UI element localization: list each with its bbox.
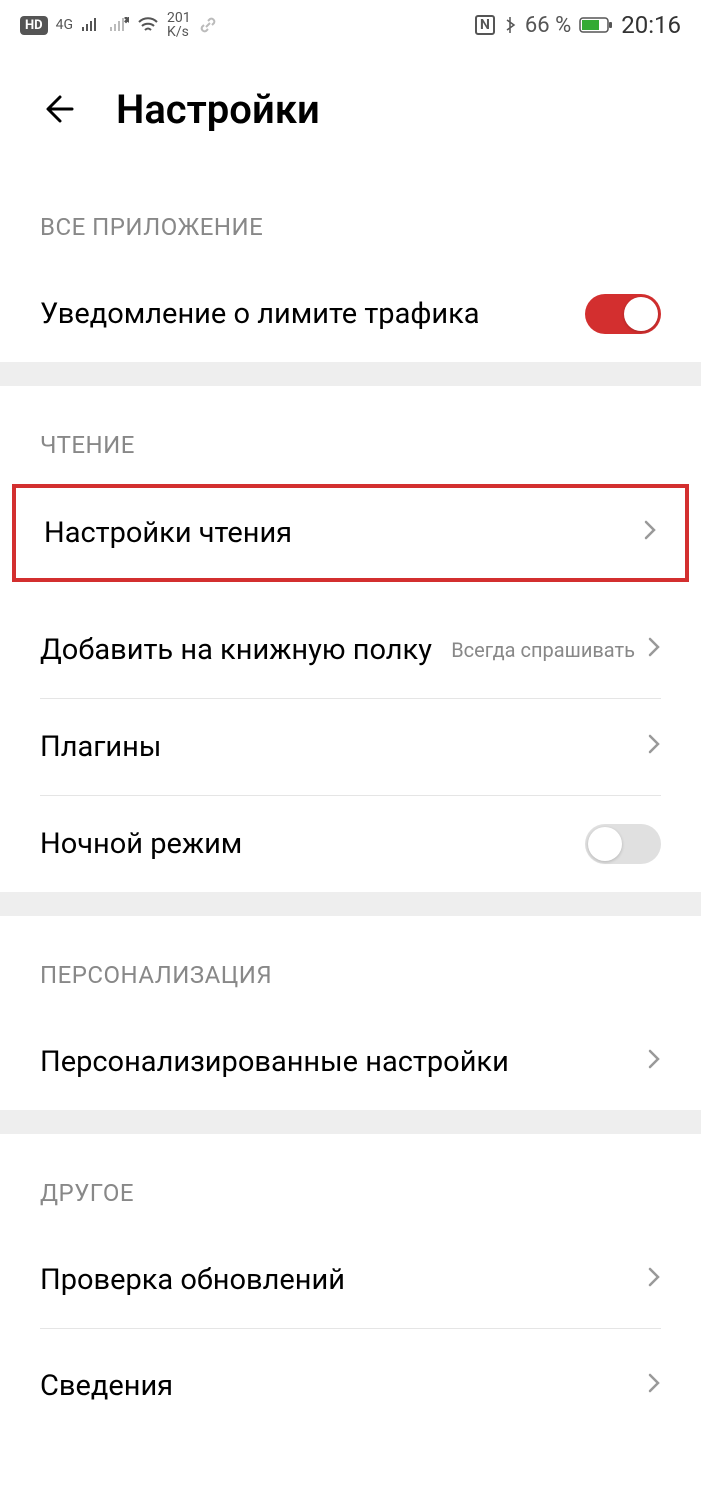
signal-icon: [81, 17, 101, 33]
wifi-icon: [137, 16, 159, 34]
section-divider: [0, 892, 701, 916]
bluetooth-icon: [503, 15, 517, 35]
status-left: HD 4G × 201 K/s: [20, 11, 217, 39]
arrow-left-icon: [42, 87, 86, 131]
section-header-all-app: ВСЕ ПРИЛОЖЕНИЕ: [0, 168, 701, 266]
row-label: Настройки чтения: [44, 516, 292, 550]
section-divider: [0, 362, 701, 386]
section-header-reading: ЧТЕНИЕ: [0, 386, 701, 484]
signal-secondary-icon: ×: [109, 17, 129, 33]
page-title: Настройки: [116, 86, 320, 133]
nfc-icon: N: [475, 15, 495, 35]
chevron-right-icon: [647, 635, 661, 666]
row-about[interactable]: Сведения: [0, 1329, 701, 1425]
toggle-knob: [624, 297, 658, 331]
header: Настройки: [0, 50, 701, 168]
chevron-right-icon: [647, 1047, 661, 1078]
row-reading-settings[interactable]: Настройки чтения: [12, 484, 689, 582]
status-bar: HD 4G × 201 K/s N 66 % 20:16: [0, 0, 701, 50]
row-value: Всегда спрашивать: [451, 638, 635, 662]
section-header-other: ДРУГОЕ: [0, 1134, 701, 1232]
row-label: Ночной режим: [40, 827, 242, 861]
svg-text:×: ×: [125, 17, 129, 26]
hd-badge-icon: HD: [20, 16, 48, 35]
chevron-right-icon: [647, 732, 661, 763]
clock: 20:16: [621, 11, 681, 39]
back-button[interactable]: [40, 85, 88, 133]
row-label: Плагины: [40, 730, 161, 764]
network-type: 4G: [56, 17, 73, 33]
link-icon: [199, 16, 217, 34]
section-header-personalization: ПЕРСОНАЛИЗАЦИЯ: [0, 916, 701, 1014]
row-personalized-settings[interactable]: Персонализированные настройки: [0, 1014, 701, 1110]
network-speed: 201 K/s: [167, 11, 191, 39]
toggle-knob: [588, 827, 622, 861]
row-add-to-shelf[interactable]: Добавить на книжную полку Всегда спрашив…: [0, 602, 701, 698]
battery-icon: [579, 16, 613, 34]
toggle-traffic-notice[interactable]: [585, 294, 661, 334]
row-label: Проверка обновлений: [40, 1263, 345, 1297]
row-label: Персонализированные настройки: [40, 1045, 509, 1079]
row-label: Добавить на книжную полку: [40, 633, 432, 667]
row-plugins[interactable]: Плагины: [0, 699, 701, 795]
row-label: Уведомление о лимите трафика: [40, 297, 480, 331]
row-label: Сведения: [40, 1369, 173, 1403]
chevron-right-icon: [647, 1371, 661, 1402]
section-divider: [0, 1110, 701, 1134]
battery-percent: 66 %: [525, 13, 571, 38]
toggle-night-mode[interactable]: [585, 824, 661, 864]
chevron-right-icon: [643, 518, 657, 549]
row-traffic-notice[interactable]: Уведомление о лимите трафика: [0, 266, 701, 362]
chevron-right-icon: [647, 1265, 661, 1296]
row-night-mode[interactable]: Ночной режим: [0, 796, 701, 892]
row-check-updates[interactable]: Проверка обновлений: [0, 1232, 701, 1328]
status-right: N 66 % 20:16: [475, 11, 681, 39]
